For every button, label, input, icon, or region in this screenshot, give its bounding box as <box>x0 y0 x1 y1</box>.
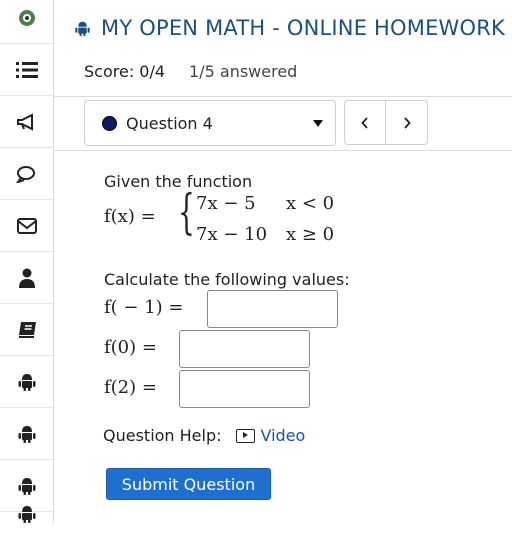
answer-label-2: f(0) = <box>104 337 157 358</box>
list-icon[interactable] <box>0 44 53 96</box>
chevron-down-icon <box>313 120 323 127</box>
mail-icon[interactable] <box>0 200 53 252</box>
megaphone-icon[interactable] <box>0 96 53 148</box>
question-select[interactable]: Question 4 <box>84 100 336 146</box>
answer-input-3[interactable] <box>179 370 310 408</box>
chat-icon[interactable] <box>0 148 53 200</box>
chevron-left-icon <box>361 116 368 129</box>
score-text: Score: 0/4 <box>84 62 166 81</box>
case-2-condition: x ≥ 0 <box>286 224 335 245</box>
answer-input-1[interactable] <box>207 290 338 328</box>
page-title: MY OPEN MATH - ONLINE HOMEWORK <box>74 16 505 40</box>
case-2-expression: 7x − 10 <box>196 224 268 245</box>
video-link-label: Video <box>260 426 306 445</box>
case-1-condition: x < 0 <box>286 193 335 214</box>
book-icon[interactable] <box>0 304 53 356</box>
submit-question-button[interactable]: Submit Question <box>106 468 271 500</box>
user-icon[interactable] <box>0 252 53 304</box>
course-logo-icon[interactable] <box>0 0 53 44</box>
answer-label-3: f(2) = <box>104 377 157 398</box>
question-prompt: Calculate the following values: <box>104 270 350 289</box>
video-help-link[interactable]: Video <box>235 426 306 445</box>
divider <box>54 150 512 151</box>
piecewise-brace: { <box>178 184 195 240</box>
question-select-value: Question 4 <box>126 113 213 133</box>
android-icon[interactable] <box>0 356 53 408</box>
android-icon[interactable] <box>0 408 53 460</box>
answer-input-2[interactable] <box>179 330 310 368</box>
previous-question-button[interactable] <box>344 100 386 145</box>
chevron-right-icon <box>403 116 411 129</box>
function-name: f(x) = <box>104 206 156 227</box>
answered-count: 1/5 answered <box>189 62 298 81</box>
question-help-label: Question Help: <box>103 426 222 445</box>
answer-label-1: f( − 1) = <box>104 297 184 318</box>
android-icon <box>75 21 90 36</box>
android-icon[interactable] <box>0 488 53 540</box>
sidebar <box>0 0 54 523</box>
title-text: MY OPEN MATH - ONLINE HOMEWORK <box>101 16 506 40</box>
divider <box>54 96 512 97</box>
case-1-expression: 7x − 5 <box>196 193 256 214</box>
question-help: Question Help: Video <box>103 426 305 445</box>
video-icon <box>235 428 255 443</box>
next-question-button[interactable] <box>386 100 428 145</box>
question-status-dot <box>102 115 117 131</box>
score-row: Score: 0/4 1/5 answered <box>84 62 297 81</box>
